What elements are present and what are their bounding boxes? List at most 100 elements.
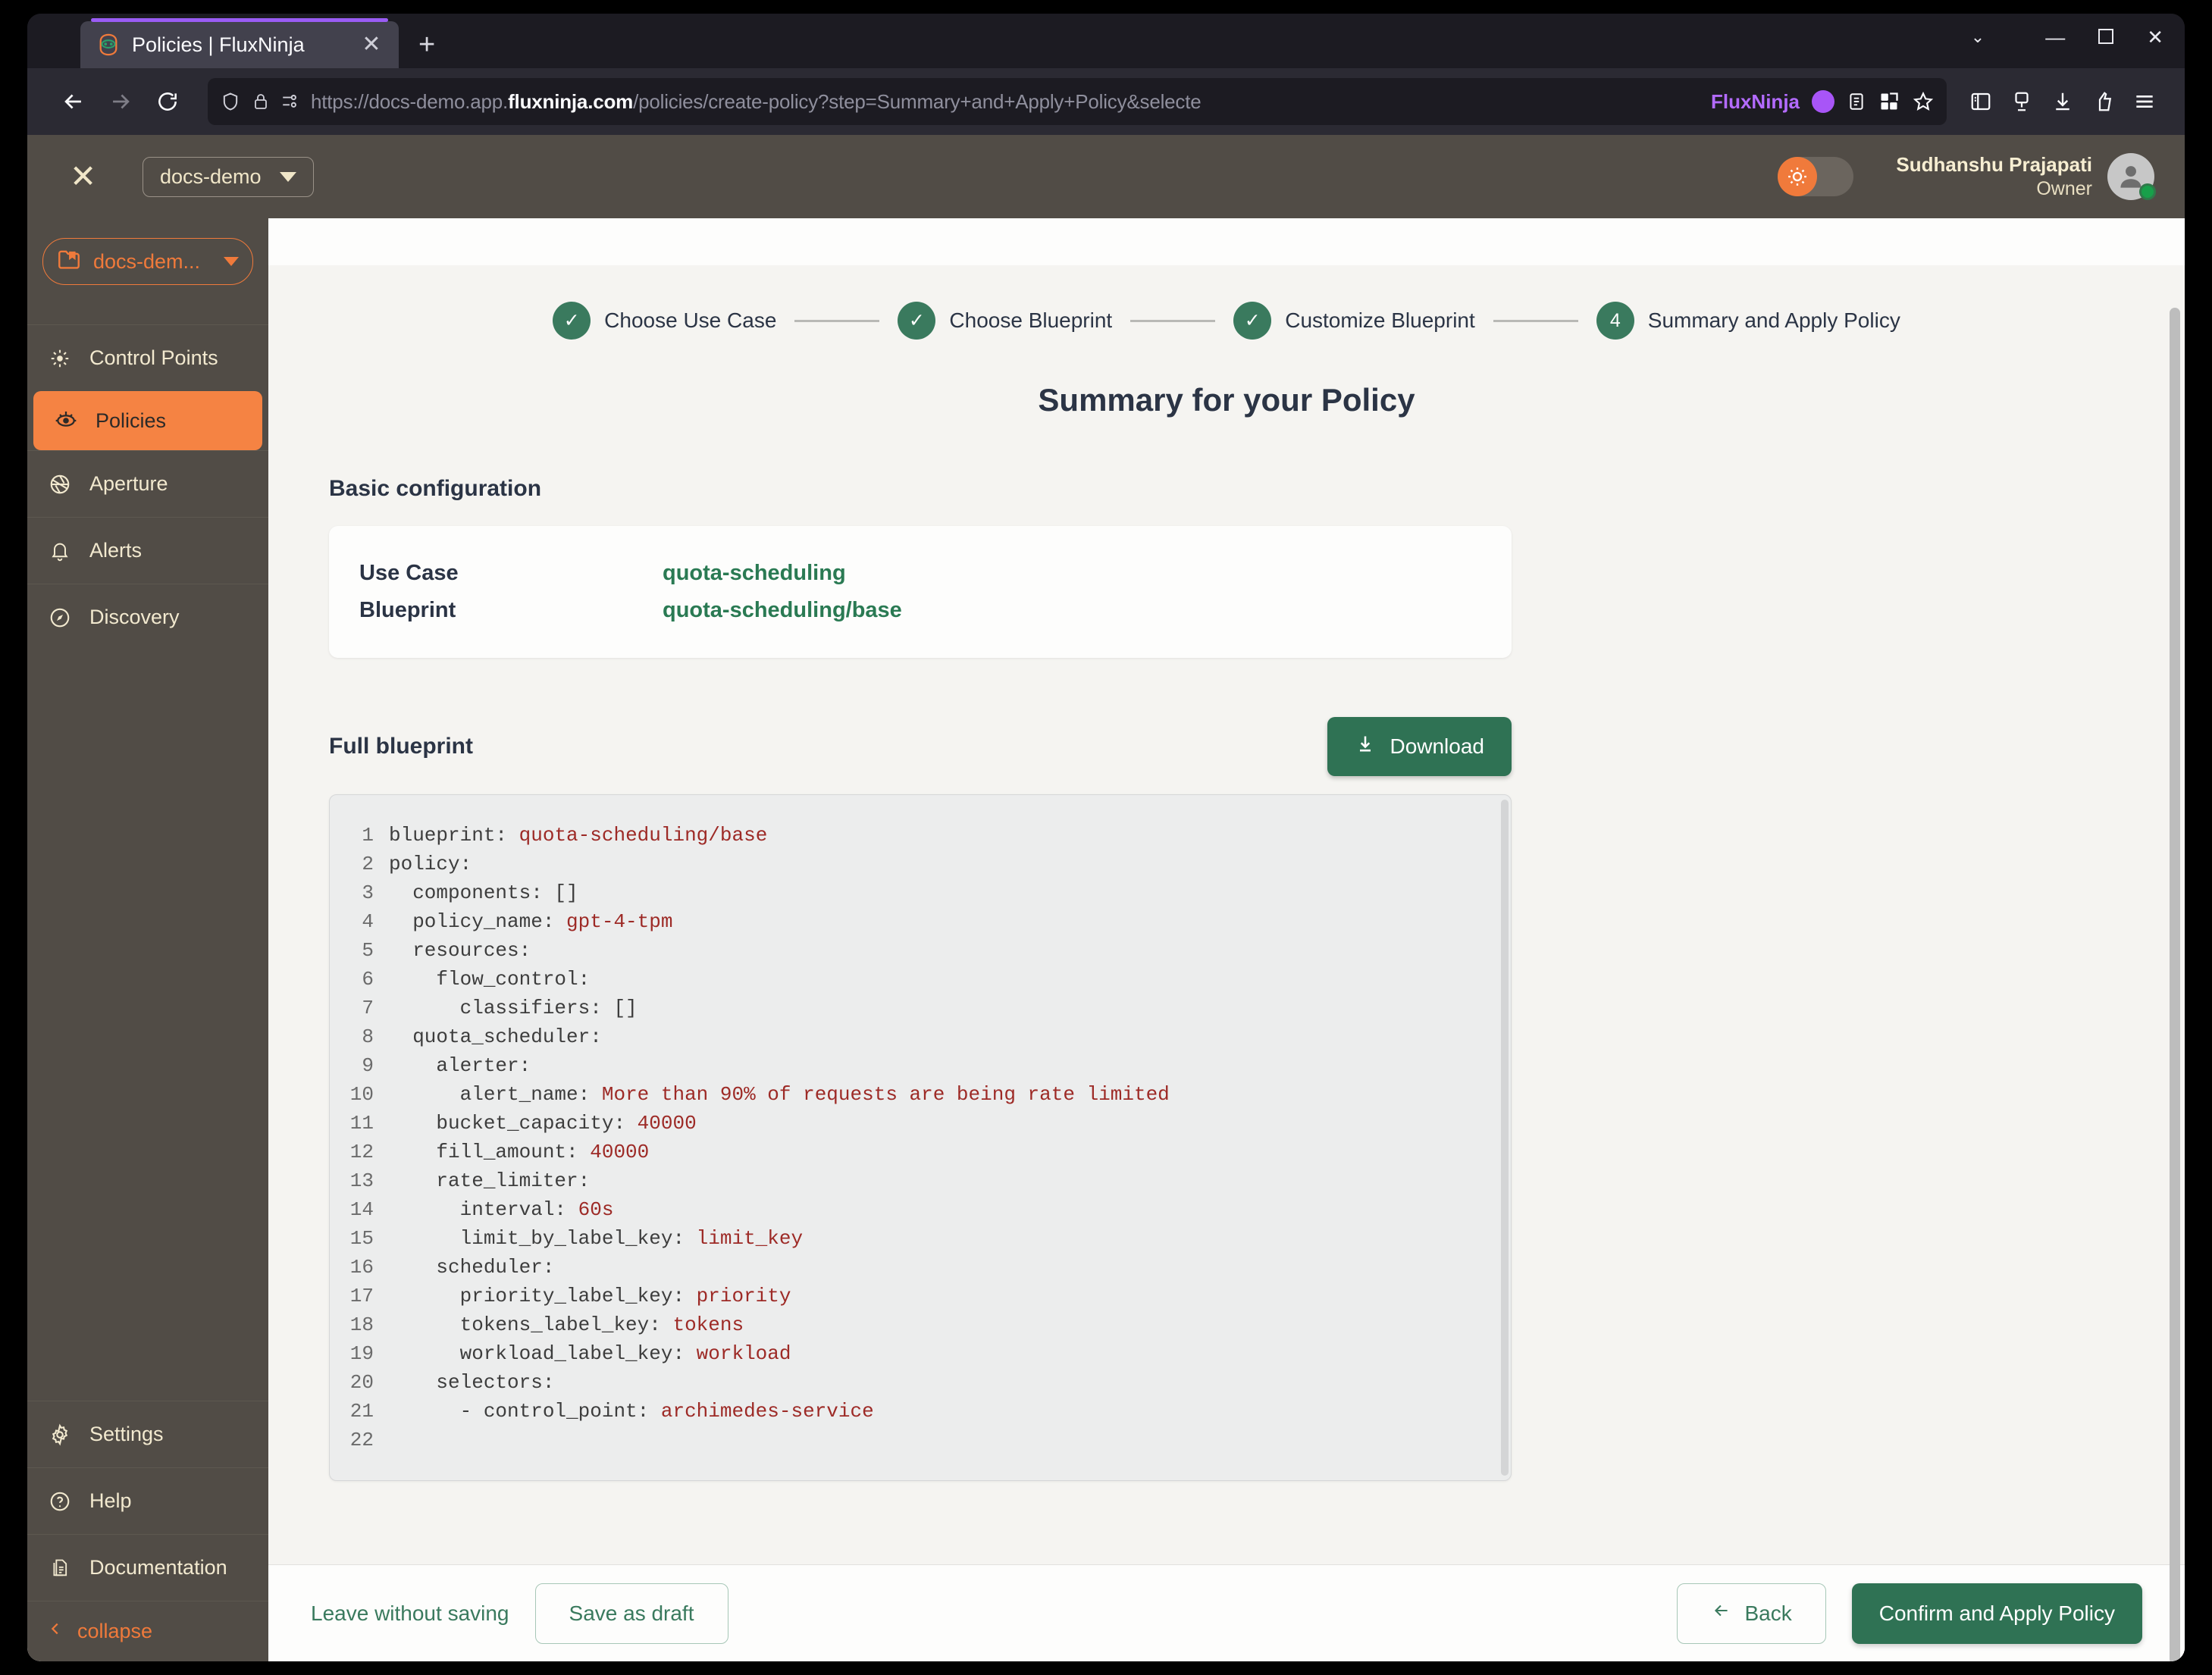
step-connector	[1493, 319, 1578, 322]
config-key: Blueprint	[359, 598, 456, 622]
step-choose-blueprint[interactable]: ✓ Choose Blueprint	[898, 302, 1112, 340]
save-as-draft-button[interactable]: Save as draft	[534, 1583, 728, 1644]
sidebar-item-discovery[interactable]: Discovery	[27, 584, 268, 650]
step-summary-and-apply-policy[interactable]: 4 Summary and Apply Policy	[1596, 302, 1900, 340]
sidebar-item-alerts[interactable]: Alerts	[27, 517, 268, 584]
browser-window: Policies | FluxNinja ✕ + ⌄ — ✕ https://d…	[27, 14, 2185, 1661]
permissions-icon[interactable]	[280, 92, 300, 111]
step-marker: 4	[1596, 302, 1634, 340]
hamburger-menu-icon[interactable]	[2124, 81, 2165, 122]
app-close-icon[interactable]: ✕	[70, 161, 112, 193]
step-customize-blueprint[interactable]: ✓ Customize Blueprint	[1233, 302, 1475, 340]
window-maximize-button[interactable]	[2098, 27, 2114, 47]
page-title: Summary for your Policy	[1038, 382, 1415, 418]
code-line: 15 limit_by_label_key: limit_key	[330, 1224, 1511, 1253]
project-selector-label: docs-demo	[160, 164, 262, 188]
forward-arrow-icon[interactable]	[97, 78, 144, 125]
code-line-value: tokens	[672, 1313, 744, 1336]
tab-close-icon[interactable]: ✕	[358, 33, 385, 56]
avatar[interactable]	[2107, 153, 2156, 200]
screenshot-icon[interactable]	[2001, 81, 2042, 122]
url-path: /policies/create-policy?step=Summary+and…	[633, 89, 1202, 113]
code-line-value: More than 90% of requests are being rate…	[601, 1083, 1170, 1106]
extensions-icon[interactable]	[1878, 91, 1900, 112]
page-scrollbar[interactable]	[2170, 308, 2180, 1661]
fluxninja-extension-chip[interactable]: FluxNinja	[1711, 90, 1800, 114]
tracking-shield-icon[interactable]	[220, 91, 241, 112]
step-choose-use-case[interactable]: ✓ Choose Use Case	[553, 302, 776, 340]
code-line-number: 14	[349, 1198, 374, 1221]
code-line-text: quota_scheduler:	[389, 1025, 602, 1048]
window-close-button[interactable]: ✕	[2147, 27, 2163, 47]
sidebar-item-aperture[interactable]: Aperture	[27, 450, 268, 517]
step-label: Choose Blueprint	[949, 308, 1113, 332]
sidebar-project-chip[interactable]: docs-dem...	[42, 238, 253, 285]
code-line-number: 1	[362, 824, 374, 847]
sidebar-item-help[interactable]: Help	[27, 1467, 268, 1534]
theme-toggle[interactable]	[1778, 157, 1854, 196]
sidebar-icon[interactable]	[1960, 81, 2001, 122]
code-line-number: 19	[349, 1342, 374, 1365]
full-blueprint-heading: Full blueprint	[329, 734, 473, 759]
code-line-number: 3	[362, 881, 374, 904]
sidebar-item-label: Alerts	[89, 539, 143, 562]
aperture-icon	[47, 473, 73, 496]
step-connector	[794, 319, 880, 322]
sidebar-project-label: docs-dem...	[93, 249, 201, 273]
content-top-strip	[268, 218, 2185, 265]
sidebar-item-documentation[interactable]: Documentation	[27, 1534, 268, 1601]
policies-target-icon	[53, 409, 79, 433]
sidebar-item-policies[interactable]: Policies	[33, 391, 262, 450]
url-bar[interactable]: https://docs-demo.app.fluxninja.com/poli…	[208, 78, 1947, 125]
reload-icon[interactable]	[144, 78, 191, 125]
code-line-value: archimedes-service	[660, 1400, 874, 1423]
sidebar-item-label: Control Points	[89, 346, 218, 369]
user-role: Owner	[2036, 177, 2092, 199]
download-icon	[1355, 734, 1376, 760]
download-button[interactable]: Download	[1327, 717, 1512, 776]
code-line-text: policy:	[389, 853, 472, 875]
save-as-draft-label: Save as draft	[569, 1601, 694, 1625]
sidebar-item-label: Documentation	[89, 1556, 227, 1579]
window-minimize-button[interactable]: —	[2045, 27, 2065, 47]
url-text[interactable]: https://docs-demo.app.fluxninja.com/poli…	[311, 90, 1700, 114]
sidebar-collapse-button[interactable]: collapse	[27, 1601, 268, 1661]
list-all-tabs-icon[interactable]: ⌄	[1971, 29, 1985, 45]
sidebar-bottom-nav: Settings Help Documentation collapse	[27, 1401, 268, 1661]
code-line-text: alerter:	[389, 1054, 531, 1077]
code-line-value: 40000	[590, 1141, 650, 1163]
code-line-number: 9	[362, 1054, 374, 1077]
code-line-number: 16	[349, 1256, 374, 1279]
lock-icon[interactable]	[252, 92, 270, 111]
container-icon[interactable]	[2083, 81, 2124, 122]
back-arrow-icon[interactable]	[50, 78, 97, 125]
code-line: 11 bucket_capacity: 40000	[330, 1109, 1511, 1138]
user-menu[interactable]: Sudhanshu Prajapati Owner	[1896, 152, 2156, 201]
step-label: Summary and Apply Policy	[1647, 308, 1900, 332]
leave-without-saving-link[interactable]: Leave without saving	[311, 1601, 509, 1626]
sidebar-nav: Control Points Policies Aperture Alerts …	[27, 324, 268, 650]
bookmark-star-icon[interactable]	[1912, 90, 1935, 113]
browser-tab-active[interactable]: Policies | FluxNinja ✕	[80, 18, 399, 68]
confirm-and-apply-policy-button[interactable]: Confirm and Apply Policy	[1851, 1583, 2142, 1644]
config-row: Blueprint quota-scheduling/base	[359, 598, 1481, 623]
back-button[interactable]: Back	[1677, 1583, 1826, 1644]
new-tab-button[interactable]: +	[418, 30, 435, 59]
wizard-footer: Leave without saving Save as draft Back …	[268, 1564, 2185, 1661]
reader-view-icon[interactable]	[1847, 91, 1866, 112]
download-icon[interactable]	[2042, 81, 2083, 122]
code-line: 5 resources:	[330, 936, 1511, 965]
chevron-down-icon	[279, 171, 296, 182]
sidebar-item-control-points[interactable]: Control Points	[27, 324, 268, 391]
left-arrow-icon	[1711, 1601, 1732, 1626]
blueprint-code-block[interactable]: 1 blueprint: quota-scheduling/base 2 policy…	[329, 794, 1512, 1481]
browser-navbar: https://docs-demo.app.fluxninja.com/poli…	[27, 68, 2185, 135]
code-line-value: quota-scheduling/base	[519, 824, 768, 847]
project-selector[interactable]: docs-demo	[143, 156, 314, 197]
page-scrollbar-thumb[interactable]	[2170, 308, 2180, 1661]
sidebar-item-settings[interactable]: Settings	[27, 1401, 268, 1467]
compass-icon	[47, 606, 73, 629]
code-line-number: 8	[362, 1025, 374, 1048]
code-line-text: tokens_label_key: tokens	[389, 1313, 744, 1336]
code-line-text: limit_by_label_key: limit_key	[389, 1227, 804, 1250]
